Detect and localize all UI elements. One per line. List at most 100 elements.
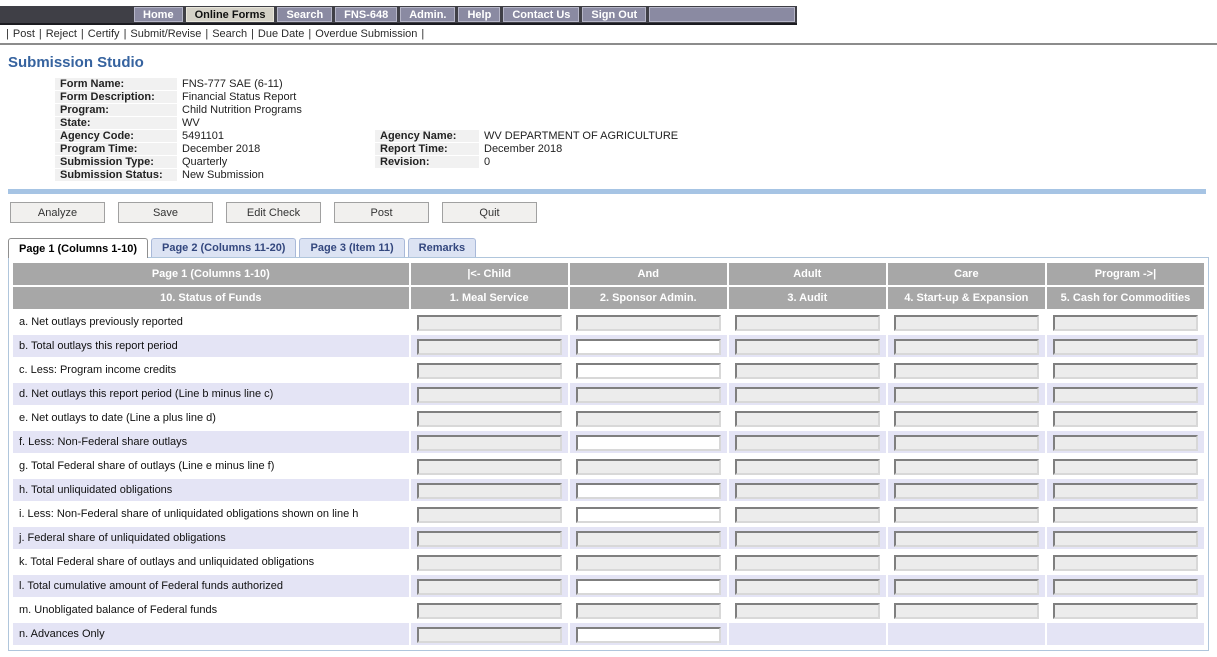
grid-cell	[729, 527, 886, 549]
nav-tab-fns-648[interactable]: FNS-648	[335, 7, 397, 22]
info-empty-cell	[375, 169, 479, 182]
submenu-link-certify[interactable]: Certify	[88, 28, 120, 40]
form-grid-panel: Page 1 (Columns 1-10)|<- ChildAndAdultCa…	[8, 257, 1209, 651]
grid-cell	[1047, 431, 1204, 453]
nav-tab-admin[interactable]: Admin.	[400, 7, 455, 22]
grid-input-b-col2[interactable]	[576, 339, 721, 355]
grid-cell	[570, 623, 727, 645]
grid-input-f-col2[interactable]	[576, 435, 721, 451]
grid-input-a-col1	[417, 315, 562, 331]
grid-cell	[570, 551, 727, 573]
grid-input-c-col3	[735, 363, 880, 379]
submenu-separator: |	[81, 28, 84, 40]
grid-cell	[888, 551, 1045, 573]
info-empty-cell	[375, 78, 479, 91]
grid-input-c-col2[interactable]	[576, 363, 721, 379]
grid-row-k: k. Total Federal share of outlays and un…	[13, 551, 1204, 573]
grid-input-i-col2[interactable]	[576, 507, 721, 523]
grid-input-b-col1	[417, 339, 562, 355]
nav-left-spacer	[0, 6, 132, 23]
tab-remarks[interactable]: Remarks	[408, 238, 476, 257]
header-divider	[0, 43, 1217, 45]
info-label-report-time: Report Time:	[375, 143, 479, 156]
row-label: a. Net outlays previously reported	[13, 311, 409, 333]
nav-tab-search[interactable]: Search	[277, 7, 332, 22]
row-label: f. Less: Non-Federal share outlays	[13, 431, 409, 453]
grid-header-adult: Adult	[729, 263, 886, 285]
info-empty-cell	[375, 104, 479, 117]
grid-cell	[888, 527, 1045, 549]
grid-cell	[729, 455, 886, 477]
grid-input-n-col2[interactable]	[576, 627, 721, 643]
grid-input-l-col2[interactable]	[576, 579, 721, 595]
grid-input-d-col3	[735, 387, 880, 403]
grid-input-a-col3	[735, 315, 880, 331]
grid-cell	[411, 455, 568, 477]
post-button[interactable]: Post	[334, 202, 429, 223]
grid-input-h-col2[interactable]	[576, 483, 721, 499]
grid-input-c-col5	[1053, 363, 1198, 379]
nav-tab-sign-out[interactable]: Sign Out	[582, 7, 646, 22]
grid-cell	[411, 551, 568, 573]
grid-cell	[411, 527, 568, 549]
grid-input-a-col2	[576, 315, 721, 331]
grid-header-1-meal-service: 1. Meal Service	[411, 287, 568, 309]
tab-page-2-columns-11-20[interactable]: Page 2 (Columns 11-20)	[151, 238, 297, 257]
grid-input-m-col2	[576, 603, 721, 619]
grid-cell	[1047, 575, 1204, 597]
grid-input-j-col5	[1053, 531, 1198, 547]
grid-cell	[1047, 311, 1204, 333]
submenu-link-overdue-submission[interactable]: Overdue Submission	[315, 28, 417, 40]
grid-header-row: Page 1 (Columns 1-10)|<- ChildAndAdultCa…	[13, 263, 1204, 285]
grid-input-g-col3	[735, 459, 880, 475]
nav-tab-online-forms[interactable]: Online Forms	[186, 7, 275, 22]
nav-tab-contact-us[interactable]: Contact Us	[503, 7, 579, 22]
nav-tab-home[interactable]: Home	[134, 7, 183, 22]
grid-cell	[1047, 599, 1204, 621]
edit-check-button[interactable]: Edit Check	[226, 202, 321, 223]
nav-tab-help[interactable]: Help	[458, 7, 500, 22]
grid-cell	[1047, 407, 1204, 429]
grid-cell	[1047, 359, 1204, 381]
info-label-revision: Revision:	[375, 156, 479, 169]
row-label: i. Less: Non-Federal share of unliquidat…	[13, 503, 409, 525]
grid-input-l-col3	[735, 579, 880, 595]
grid-cell	[729, 383, 886, 405]
info-value: Financial Status Report	[177, 91, 375, 104]
tab-page-1-columns-1-10[interactable]: Page 1 (Columns 1-10)	[8, 238, 148, 258]
tab-page-3-item-11[interactable]: Page 3 (Item 11)	[299, 238, 404, 257]
analyze-button[interactable]: Analyze	[10, 202, 105, 223]
info-row: State:WV	[55, 117, 1099, 130]
row-label: j. Federal share of unliquidated obligat…	[13, 527, 409, 549]
info-empty-cell	[375, 117, 479, 130]
submenu-link-search[interactable]: Search	[212, 28, 247, 40]
submenu-link-submit-revise[interactable]: Submit/Revise	[130, 28, 201, 40]
grid-row-n: n. Advances Only	[13, 623, 1204, 645]
submenu: |Post|Reject|Certify|Submit/Revise|Searc…	[0, 25, 1217, 42]
grid-input-d-col1	[417, 387, 562, 403]
grid-cell	[570, 407, 727, 429]
grid-input-e-col3	[735, 411, 880, 427]
grid-input-k-col4	[894, 555, 1039, 571]
grid-cell	[411, 359, 568, 381]
grid-cell	[411, 479, 568, 501]
grid-cell	[411, 599, 568, 621]
grid-cell	[570, 599, 727, 621]
grid-header-3-audit: 3. Audit	[729, 287, 886, 309]
grid-input-f-col5	[1053, 435, 1198, 451]
grid-cell	[888, 503, 1045, 525]
grid-row-a: a. Net outlays previously reported	[13, 311, 1204, 333]
grid-cell	[411, 311, 568, 333]
submenu-link-post[interactable]: Post	[13, 28, 35, 40]
row-label: n. Advances Only	[13, 623, 409, 645]
submenu-link-reject[interactable]: Reject	[46, 28, 77, 40]
info-value: December 2018	[177, 143, 375, 156]
quit-button[interactable]: Quit	[442, 202, 537, 223]
save-button[interactable]: Save	[118, 202, 213, 223]
grid-row-g: g. Total Federal share of outlays (Line …	[13, 455, 1204, 477]
grid-cell	[888, 479, 1045, 501]
grid-cell	[888, 599, 1045, 621]
grid-cell	[729, 431, 886, 453]
grid-input-j-col2	[576, 531, 721, 547]
submenu-link-due-date[interactable]: Due Date	[258, 28, 304, 40]
